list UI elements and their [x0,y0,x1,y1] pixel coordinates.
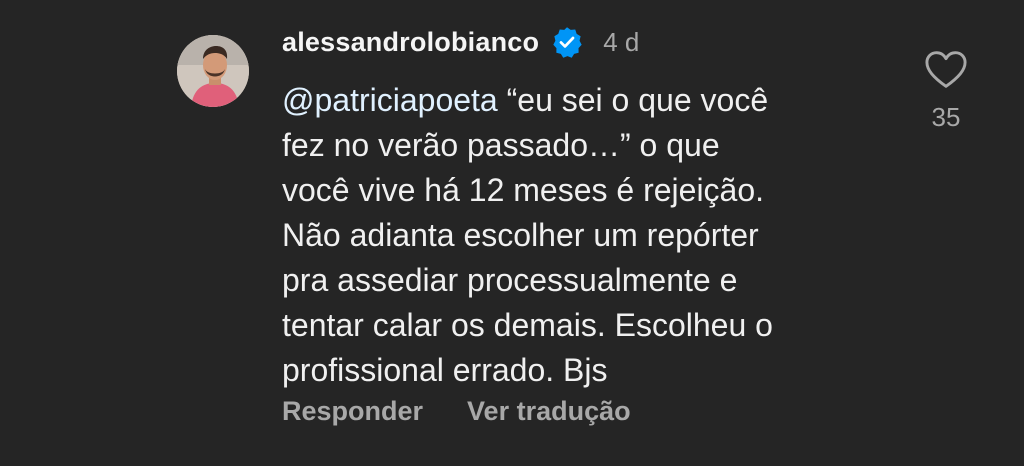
avatar[interactable] [177,35,249,107]
like-area: 35 [916,50,976,133]
mention-link[interactable]: @patriciapoeta [282,82,498,118]
comment-line: Não adianta escolher um repórter [282,217,759,253]
username[interactable]: alessandrolobianco [282,27,539,58]
comment-line: pra assediar processualmente e [282,262,738,298]
comment-text: @patriciapoeta “eu sei o que você fez no… [282,78,882,393]
comment-header: alessandrolobianco 4 d [282,22,639,62]
like-count: 35 [931,102,961,132]
reply-button[interactable]: Responder [282,396,423,427]
comment-line: fez no verão passado…” o que [282,127,720,163]
comment-line-text: “eu sei o que você [497,82,769,118]
comment-line: você vive há 12 meses é rejeição. [282,172,765,208]
heart-outline-icon[interactable] [924,50,968,90]
comment-timestamp: 4 d [603,26,640,57]
comment-item: alessandrolobianco 4 d @patriciapoeta “e… [0,0,1024,466]
see-translation-button[interactable]: Ver tradução [467,396,631,427]
comment-line: tentar calar os demais. Escolheu o [282,307,773,343]
avatar-image [177,35,249,107]
comment-actions: Responder Ver tradução [282,396,675,427]
comment-line: @patriciapoeta “eu sei o que você [282,78,882,123]
comment-line: profissional errado. Bjs [282,352,608,388]
verified-badge-icon [551,26,583,58]
